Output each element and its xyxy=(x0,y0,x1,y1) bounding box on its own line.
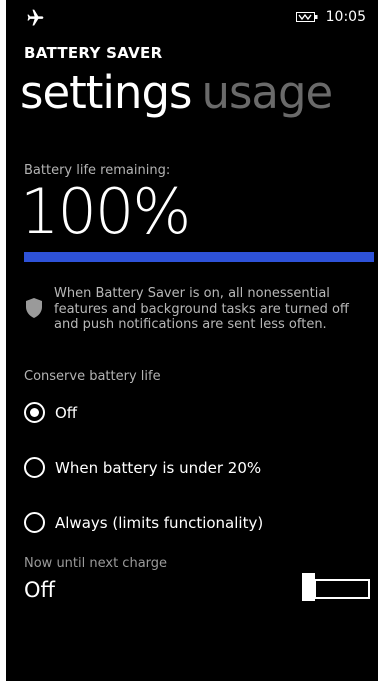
info-text: When Battery Saver is on, all nonessenti… xyxy=(54,286,349,332)
next-charge-label: Now until next charge xyxy=(24,556,168,571)
phone-screen: 10:05 BATTERY SAVER settings usage Batter… xyxy=(6,0,378,681)
battery-progress-fill xyxy=(24,252,374,262)
status-right: 10:05 xyxy=(295,9,366,25)
airplane-icon xyxy=(27,9,44,26)
status-time: 10:05 xyxy=(325,9,366,25)
radio-off[interactable] xyxy=(24,402,45,423)
tab-usage[interactable]: usage xyxy=(201,66,333,119)
toggle-track[interactable] xyxy=(314,579,370,599)
shield-icon xyxy=(26,298,42,318)
conserve-battery-label: Conserve battery life xyxy=(24,369,161,384)
battery-saver-icon xyxy=(295,12,318,22)
option-under-20[interactable]: When battery is under 20% xyxy=(24,457,261,478)
option-under-20-label: When battery is under 20% xyxy=(55,458,262,477)
option-always-label: Always (limits functionality) xyxy=(55,513,264,532)
app-title: BATTERY SAVER xyxy=(24,44,163,62)
radio-always[interactable] xyxy=(24,512,45,533)
tab-settings[interactable]: settings xyxy=(20,66,192,119)
option-always[interactable]: Always (limits functionality) xyxy=(24,512,263,533)
next-charge-value: Off xyxy=(24,578,55,602)
next-charge-toggle[interactable] xyxy=(302,573,370,601)
battery-life-value: 100% xyxy=(20,175,191,248)
toggle-thumb[interactable] xyxy=(302,573,315,601)
battery-saver-info: When Battery Saver is on, all nonessenti… xyxy=(24,286,374,333)
battery-progress-bar xyxy=(24,252,374,262)
option-off[interactable]: Off xyxy=(24,402,77,423)
option-off-label: Off xyxy=(55,403,78,422)
pivot-header: settings usage xyxy=(20,66,333,120)
status-bar: 10:05 xyxy=(6,0,378,34)
radio-under-20[interactable] xyxy=(24,457,45,478)
